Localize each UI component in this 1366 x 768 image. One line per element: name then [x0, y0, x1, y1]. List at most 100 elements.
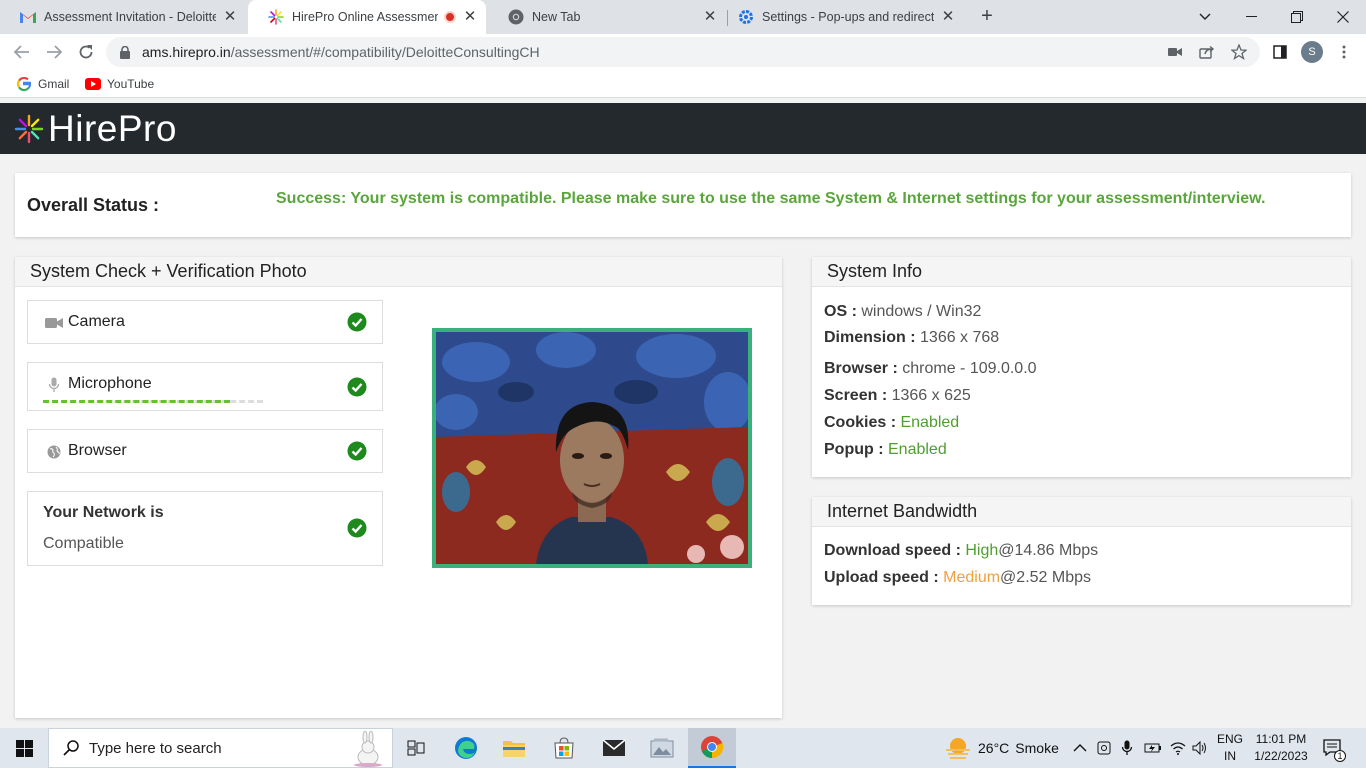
folder-icon [503, 741, 525, 757]
info-row-browser: Browser : chrome - 109.0.0.0 [824, 360, 1037, 378]
back-button[interactable] [10, 40, 34, 64]
new-tab-button[interactable]: + [976, 5, 998, 27]
side-panel-icon [1273, 45, 1287, 59]
google-icon [16, 76, 32, 92]
camera-tray-icon[interactable] [1097, 728, 1111, 768]
microphone-level-bar [43, 400, 230, 403]
hirepro-icon [268, 9, 284, 25]
close-tab-icon[interactable]: ✕ [462, 9, 478, 25]
minimize-button[interactable] [1228, 0, 1274, 34]
brand-name: HirePro [48, 108, 177, 149]
side-panel-button[interactable] [1268, 40, 1292, 64]
webcam-in-use-icon [1097, 741, 1111, 755]
tab-search-button[interactable] [1182, 0, 1228, 34]
profile-avatar[interactable]: S [1301, 41, 1323, 63]
url-host: ams.hirepro.in [142, 44, 231, 60]
overall-status-card: Overall Status : Success: Your system is… [15, 173, 1351, 237]
close-icon [1337, 11, 1349, 23]
info-row-os: OS : windows / Win32 [824, 303, 981, 321]
mail-app[interactable] [590, 728, 638, 768]
tab-assessment-invitation[interactable]: Assessment Invitation - Deloitte C ✕ [0, 0, 246, 34]
download-label: Download speed : [824, 542, 961, 559]
network-value: Compatible [43, 535, 124, 552]
chrome-icon [508, 9, 524, 25]
photos-app[interactable] [638, 728, 686, 768]
speaker-icon [1192, 741, 1206, 755]
webcam-photo-image [436, 332, 748, 564]
chevron-up-icon [1073, 744, 1087, 752]
info-row-cookies: Cookies : Enabled [824, 414, 959, 432]
info-row-screen: Screen : 1366 x 625 [824, 387, 971, 405]
bookmark-youtube[interactable]: YouTube [85, 76, 154, 92]
arrow-left-icon [14, 45, 29, 59]
chrome-icon [701, 736, 724, 759]
camera-in-use-icon[interactable] [1166, 43, 1184, 61]
chrome-app[interactable] [688, 728, 736, 768]
share-icon[interactable] [1198, 43, 1216, 61]
download-level: High [965, 542, 999, 559]
taskbar-clock[interactable]: 11:01 PM 1/22/2023 [1252, 731, 1310, 765]
check-circle-icon [347, 312, 367, 332]
close-tab-icon[interactable]: ✕ [940, 9, 956, 25]
check-circle-icon [347, 441, 367, 461]
task-view-button[interactable] [392, 728, 440, 768]
network-title: Your Network is [43, 504, 164, 521]
globe-icon [45, 444, 63, 460]
info-label: Browser : [824, 360, 898, 377]
tab-strip: Assessment Invitation - Deloitte C ✕ Hir… [0, 0, 1366, 34]
video-camera-icon [45, 315, 63, 331]
photos-icon [650, 738, 674, 758]
start-button[interactable] [0, 728, 48, 768]
search-icon [63, 740, 79, 756]
close-window-button[interactable] [1320, 0, 1366, 34]
close-tab-icon[interactable]: ✕ [222, 9, 238, 25]
tab-settings[interactable]: Settings - Pop-ups and redirects ✕ [728, 0, 964, 34]
chrome-menu-button[interactable] [1332, 40, 1356, 64]
battery-tray-icon[interactable] [1144, 728, 1162, 768]
tab-new-tab[interactable]: New Tab ✕ [488, 0, 726, 34]
browser-check: Browser [27, 429, 383, 473]
browser-toolbar: ams.hirepro.in/assessment/#/compatibilit… [0, 34, 1366, 70]
volume-tray-icon[interactable] [1192, 728, 1208, 768]
mail-icon [602, 739, 626, 756]
camera-check: Camera [27, 300, 383, 344]
weather-widget[interactable]: 26°C Smoke [944, 728, 1059, 768]
notification-count-badge: 1 [1334, 750, 1346, 762]
info-label: Dimension : [824, 329, 916, 346]
bandwidth-title: Internet Bandwidth [812, 497, 1351, 527]
restore-button[interactable] [1274, 0, 1320, 34]
file-explorer-app[interactable] [490, 728, 538, 768]
close-tab-icon[interactable]: ✕ [702, 9, 718, 25]
recording-indicator-icon [444, 11, 456, 23]
microphone-tray-icon[interactable] [1121, 728, 1133, 768]
edge-icon [455, 737, 477, 759]
wifi-icon [1170, 742, 1186, 755]
youtube-icon [85, 76, 101, 92]
show-hidden-icons-button[interactable] [1073, 728, 1087, 768]
more-vertical-icon [1342, 45, 1346, 59]
system-info-title: System Info [812, 257, 1351, 287]
arrow-right-icon [47, 45, 62, 59]
address-bar[interactable]: ams.hirepro.in/assessment/#/compatibilit… [106, 37, 1260, 67]
chevron-down-icon [1199, 13, 1211, 20]
check-circle-icon [347, 518, 367, 538]
edge-app[interactable] [442, 728, 490, 768]
language-indicator[interactable]: ENG IN [1216, 731, 1244, 765]
reload-button[interactable] [74, 40, 98, 64]
upload-level: Medium [943, 569, 1001, 586]
tab-hirepro-assessment[interactable]: HirePro Online Assessment ✕ [248, 0, 486, 34]
bunny-illustration-icon [354, 731, 382, 767]
camera-label: Camera [68, 313, 125, 330]
network-tray-icon[interactable] [1170, 728, 1186, 768]
reload-icon [79, 45, 93, 59]
bookmark-gmail[interactable]: Gmail [16, 76, 69, 92]
taskbar-search-box[interactable]: Type here to search [48, 728, 393, 768]
info-label: Popup : [824, 441, 884, 458]
microsoft-store-app[interactable] [540, 728, 588, 768]
notifications-button[interactable]: 1 [1322, 728, 1346, 768]
forward-button[interactable] [42, 40, 66, 64]
bookmark-star-icon[interactable] [1230, 43, 1248, 61]
system-check-panel: System Check + Verification Photo Camera… [15, 257, 782, 718]
info-value: 1366 x 625 [891, 387, 971, 404]
lock-icon[interactable] [118, 45, 132, 59]
